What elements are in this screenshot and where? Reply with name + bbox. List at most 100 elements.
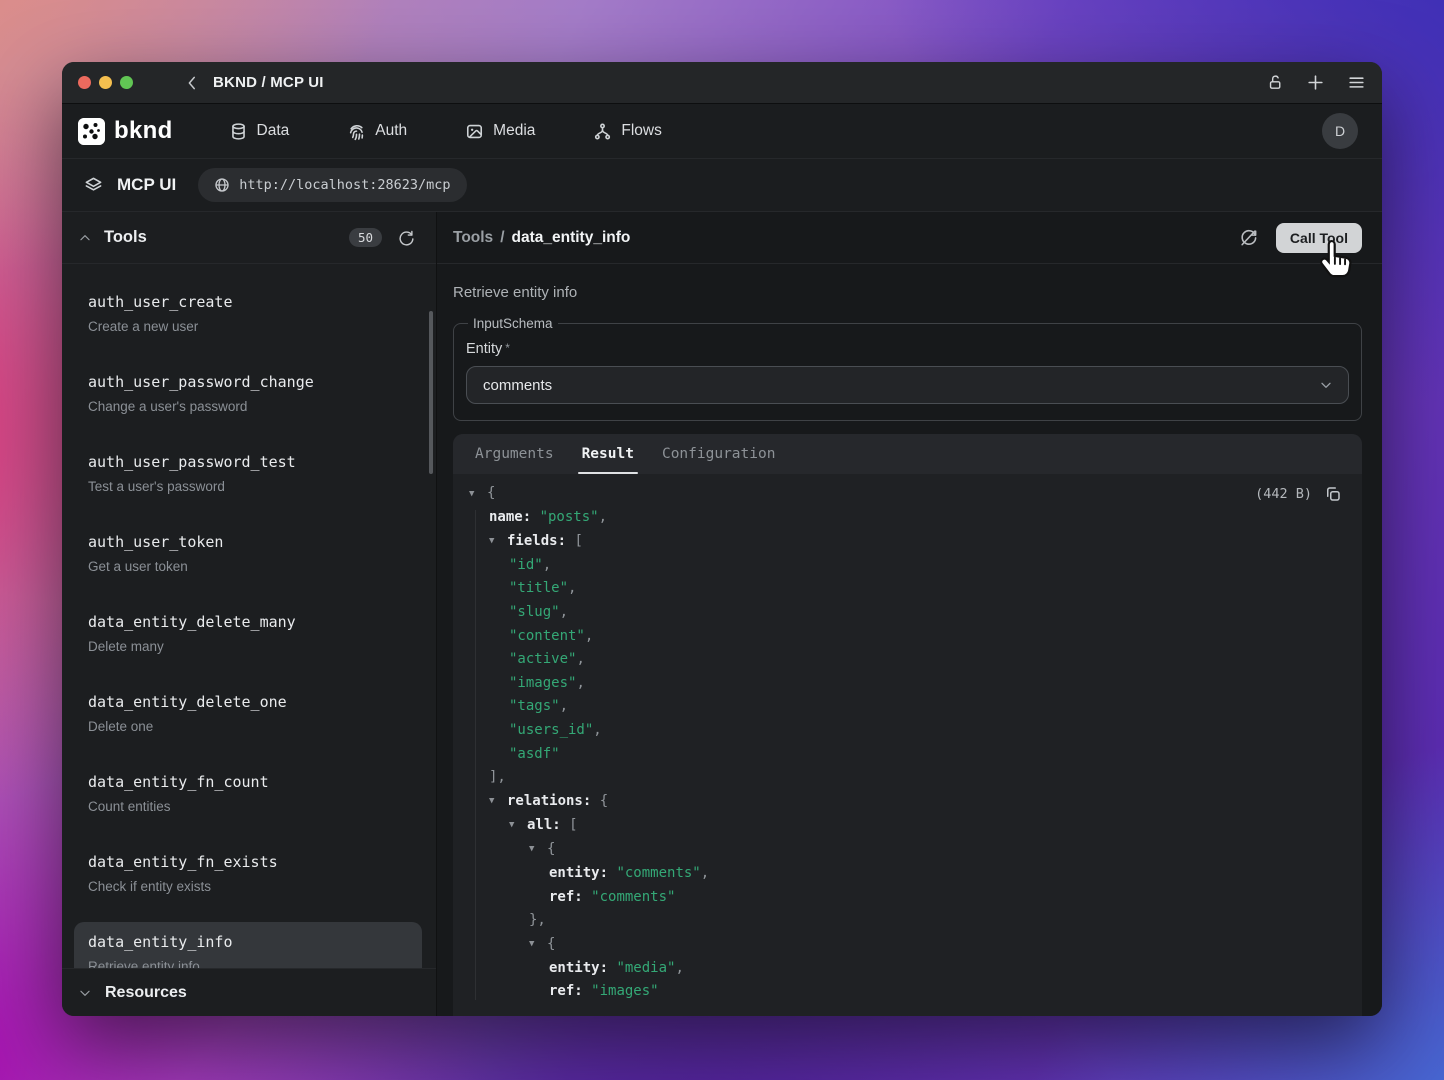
tool-item-data_entity_info[interactable]: data_entity_infoRetrieve entity info	[74, 922, 422, 968]
auto-refresh-toggle[interactable]	[1239, 228, 1258, 247]
tool-description: Delete many	[88, 638, 408, 655]
entity-select[interactable]: comments	[466, 366, 1349, 404]
json-line: "slug",	[453, 601, 1362, 625]
json-string: "comments"	[591, 889, 675, 905]
json-line: "title",	[453, 577, 1362, 601]
json-key: ref:	[549, 889, 591, 905]
tool-item-auth_user_token[interactable]: auth_user_tokenGet a user token	[74, 522, 422, 586]
call-tool-button[interactable]: Call Tool	[1276, 223, 1362, 253]
tool-name: auth_user_token	[88, 532, 408, 552]
tool-item-data_entity_fn_exists[interactable]: data_entity_fn_existsCheck if entity exi…	[74, 842, 422, 906]
brand-logo[interactable]: bknd	[78, 117, 173, 145]
json-punct: [	[569, 817, 577, 833]
collapse-toggle-icon[interactable]: ▼	[469, 483, 487, 507]
sidebar-scrollbar[interactable]	[429, 311, 433, 474]
nav-item-data[interactable]: Data	[229, 122, 290, 141]
lock-button[interactable]	[1267, 74, 1284, 91]
chevron-left-icon	[183, 74, 201, 92]
nav-item-label: Flows	[621, 122, 661, 140]
tool-description: Count entities	[88, 798, 408, 815]
new-tab-button[interactable]	[1306, 73, 1325, 92]
tab-arguments[interactable]: Arguments	[461, 434, 568, 474]
chevron-down-icon	[78, 986, 92, 1000]
json-key: ref:	[549, 983, 591, 999]
json-punct: ,	[560, 698, 568, 714]
json-punct: {	[547, 936, 555, 952]
tool-description: Retrieve entity info	[88, 958, 408, 968]
input-schema-legend: InputSchema	[468, 316, 558, 331]
breadcrumb-section[interactable]: Tools	[453, 229, 493, 247]
tool-description-text: Retrieve entity info	[453, 284, 1362, 301]
tool-name: data_entity_delete_one	[88, 692, 408, 712]
hamburger-icon	[1347, 73, 1366, 92]
menu-button[interactable]	[1347, 73, 1366, 92]
nav-item-flows[interactable]: Flows	[593, 122, 661, 141]
breadcrumb-separator: /	[500, 229, 504, 247]
json-punct: },	[529, 912, 546, 928]
server-url-pill[interactable]: http://localhost:28623/mcp	[198, 168, 466, 202]
nav-item-label: Media	[493, 122, 535, 140]
window-body: Tools 50 auth_user_createCreate a new us…	[62, 212, 1382, 1016]
json-line: ▼all: [	[453, 814, 1362, 838]
json-punct: ,	[543, 557, 551, 573]
tool-name: data_entity_fn_exists	[88, 852, 408, 872]
bknd-logo-icon	[78, 118, 105, 145]
tool-description: Create a new user	[88, 318, 408, 335]
entity-field-label: Entity*	[466, 341, 1349, 357]
json-line: "tags",	[453, 695, 1362, 719]
window-title: BKND / MCP UI	[213, 74, 324, 91]
nav-item-media[interactable]: Media	[465, 122, 535, 141]
json-punct: [	[574, 533, 582, 549]
json-line: ▼{	[453, 838, 1362, 862]
refresh-tools-button[interactable]	[397, 229, 414, 246]
zoom-button[interactable]	[120, 76, 133, 89]
json-line: "images",	[453, 672, 1362, 696]
result-panel: (442 B) ▼{name: "posts",▼fields: ["id","…	[453, 474, 1362, 1016]
json-punct: ,	[576, 675, 584, 691]
breadcrumb-current: data_entity_info	[512, 229, 631, 247]
json-punct: ,	[568, 580, 576, 596]
json-punct: ,	[599, 509, 607, 525]
tools-count-badge: 50	[349, 228, 382, 247]
user-avatar[interactable]: D	[1322, 113, 1358, 149]
json-punct: {	[487, 485, 495, 501]
json-punct: {	[547, 841, 555, 857]
json-key: entity:	[549, 865, 616, 881]
nav-item-label: Auth	[375, 122, 407, 140]
tool-item-auth_user_password_test[interactable]: auth_user_password_testTest a user's pas…	[74, 442, 422, 506]
json-string: "media"	[616, 960, 675, 976]
json-string: "posts"	[540, 509, 599, 525]
json-string: "content"	[509, 628, 585, 644]
json-punct: ,	[675, 960, 683, 976]
tab-result[interactable]: Result	[568, 434, 648, 474]
json-punct: ,	[701, 865, 709, 881]
json-string: "id"	[509, 557, 543, 573]
json-string: "images"	[591, 983, 658, 999]
tool-item-data_entity_delete_many[interactable]: data_entity_delete_many Delete many	[74, 602, 422, 666]
json-string: "slug"	[509, 604, 560, 620]
close-button[interactable]	[78, 76, 91, 89]
tool-item-data_entity_delete_one[interactable]: data_entity_delete_oneDelete one	[74, 682, 422, 746]
json-line: ref: "comments"	[453, 886, 1362, 910]
tool-item-data_entity_fn_count[interactable]: data_entity_fn_countCount entities	[74, 762, 422, 826]
collapse-toggle-icon[interactable]: ▼	[529, 838, 547, 862]
tool-item-auth_user_create[interactable]: auth_user_createCreate a new user	[74, 282, 422, 346]
plus-icon	[1306, 73, 1325, 92]
database-icon	[229, 122, 248, 141]
json-line: name: "posts",	[453, 506, 1362, 530]
collapse-toggle-icon[interactable]: ▼	[489, 790, 507, 814]
back-button[interactable]	[179, 70, 205, 96]
tool-item-auth_user_password_change[interactable]: auth_user_password_changeChange a user's…	[74, 362, 422, 426]
fingerprint-icon	[347, 122, 366, 141]
tool-name: data_entity_delete_many	[88, 612, 408, 632]
tools-section-header[interactable]: Tools 50	[62, 212, 436, 264]
resources-section-header[interactable]: Resources	[62, 968, 436, 1016]
collapse-toggle-icon[interactable]: ▼	[489, 530, 507, 554]
collapse-toggle-icon[interactable]: ▼	[529, 933, 547, 957]
nav-item-auth[interactable]: Auth	[347, 122, 407, 141]
json-line: "id",	[453, 554, 1362, 578]
tab-configuration[interactable]: Configuration	[648, 434, 790, 474]
collapse-toggle-icon[interactable]: ▼	[509, 814, 527, 838]
minimize-button[interactable]	[99, 76, 112, 89]
tool-description: Change a user's password	[88, 398, 408, 415]
